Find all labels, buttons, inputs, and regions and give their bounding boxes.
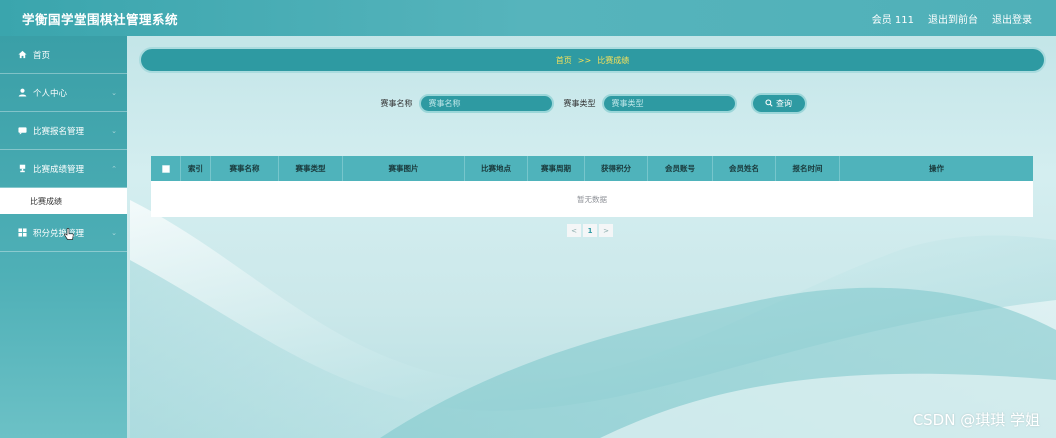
column-header: 赛事名称 [211,156,279,181]
table-empty-row: 暂无数据 [151,181,1033,217]
grid-icon [18,228,28,237]
column-header: 索引 [181,156,211,181]
results-table: 索引 赛事名称 赛事类型 赛事图片 比赛地点 赛事周期 获得积分 会员账号 会员… [151,156,1033,217]
sidebar-item-label: 个人中心 [33,88,68,99]
chevron-down-icon: ⌄ [111,126,117,135]
event-name-label: 赛事名称 [380,98,413,108]
next-page-button[interactable]: > [599,224,613,237]
pagination: < 1 > [567,224,613,237]
prev-page-button[interactable]: < [567,224,581,237]
column-header: 比赛地点 [465,156,528,181]
sidebar-item-label: 比赛报名管理 [33,126,85,137]
trophy-icon [18,164,28,173]
breadcrumb-home[interactable]: 首页 [556,55,572,66]
sidebar-item-registration[interactable]: 比赛报名管理 ⌄ [0,112,127,150]
column-header: 获得积分 [585,156,648,181]
sidebar-item-personal-center[interactable]: 个人中心 ⌄ [0,74,127,112]
table-header: 索引 赛事名称 赛事类型 赛事图片 比赛地点 赛事周期 获得积分 会员账号 会员… [151,156,1033,181]
sidebar-item-results[interactable]: 比赛成绩管理 ⌃ [0,150,127,188]
top-header: 学衡国学堂围棋社管理系统 会员 111 退出到前台 退出登录 [0,0,1056,36]
sidebar-item-label: 首页 [33,50,51,61]
breadcrumb: 首页 >> 比赛成绩 [139,47,1046,73]
user-icon [18,88,28,97]
query-button[interactable]: 查询 [750,92,807,114]
column-header: 操作 [929,164,944,173]
comment-icon [18,126,28,135]
watermark: CSDN @琪琪 学姐 [912,411,1040,429]
query-label: 查询 [776,98,792,108]
front-link[interactable]: 退出到前台 [928,11,978,26]
column-header: 赛事周期 [528,156,585,181]
page-number[interactable]: 1 [583,224,597,237]
event-type-input[interactable] [601,93,737,113]
column-header: 会员姓名 [713,156,776,181]
sidebar-item-label: 比赛成绩管理 [33,164,85,175]
logout-link[interactable]: 退出登录 [992,11,1032,26]
sidebar-item-home[interactable]: 首页 [0,36,127,74]
select-all-checkbox[interactable] [161,164,170,173]
event-name-input[interactable] [418,93,554,113]
breadcrumb-separator: >> [577,55,592,65]
column-header: 会员账号 [648,156,713,181]
column-header: 赛事类型 [279,156,343,181]
hand-cursor-icon [64,228,74,240]
empty-text: 暂无数据 [577,194,607,204]
search-icon [765,99,773,107]
submenu-item-results[interactable]: 比赛成绩 [0,188,127,214]
breadcrumb-current: 比赛成绩 [597,55,630,65]
column-header: 报名时间 [776,156,840,181]
sidebar-item-label: 积分兑换管理 [33,228,85,239]
header-actions: 会员 111 退出到前台 退出登录 [872,11,1032,26]
select-all-cell [151,156,181,181]
home-icon [18,50,28,59]
member-label: 会员 111 [871,14,914,26]
chevron-down-icon: ⌄ [111,88,117,97]
app-title: 学衡国学堂围棋社管理系统 [22,11,179,27]
main-content: 首页 >> 比赛成绩 赛事名称 赛事类型 查询 索引 赛事名称 赛事类型 赛事图… [127,36,1056,438]
chevron-up-icon: ⌃ [111,164,117,173]
event-type-label: 赛事类型 [563,98,596,108]
column-header: 赛事图片 [343,156,465,181]
search-bar: 赛事名称 赛事类型 查询 [127,92,1056,114]
chevron-down-icon: ⌄ [111,228,117,237]
